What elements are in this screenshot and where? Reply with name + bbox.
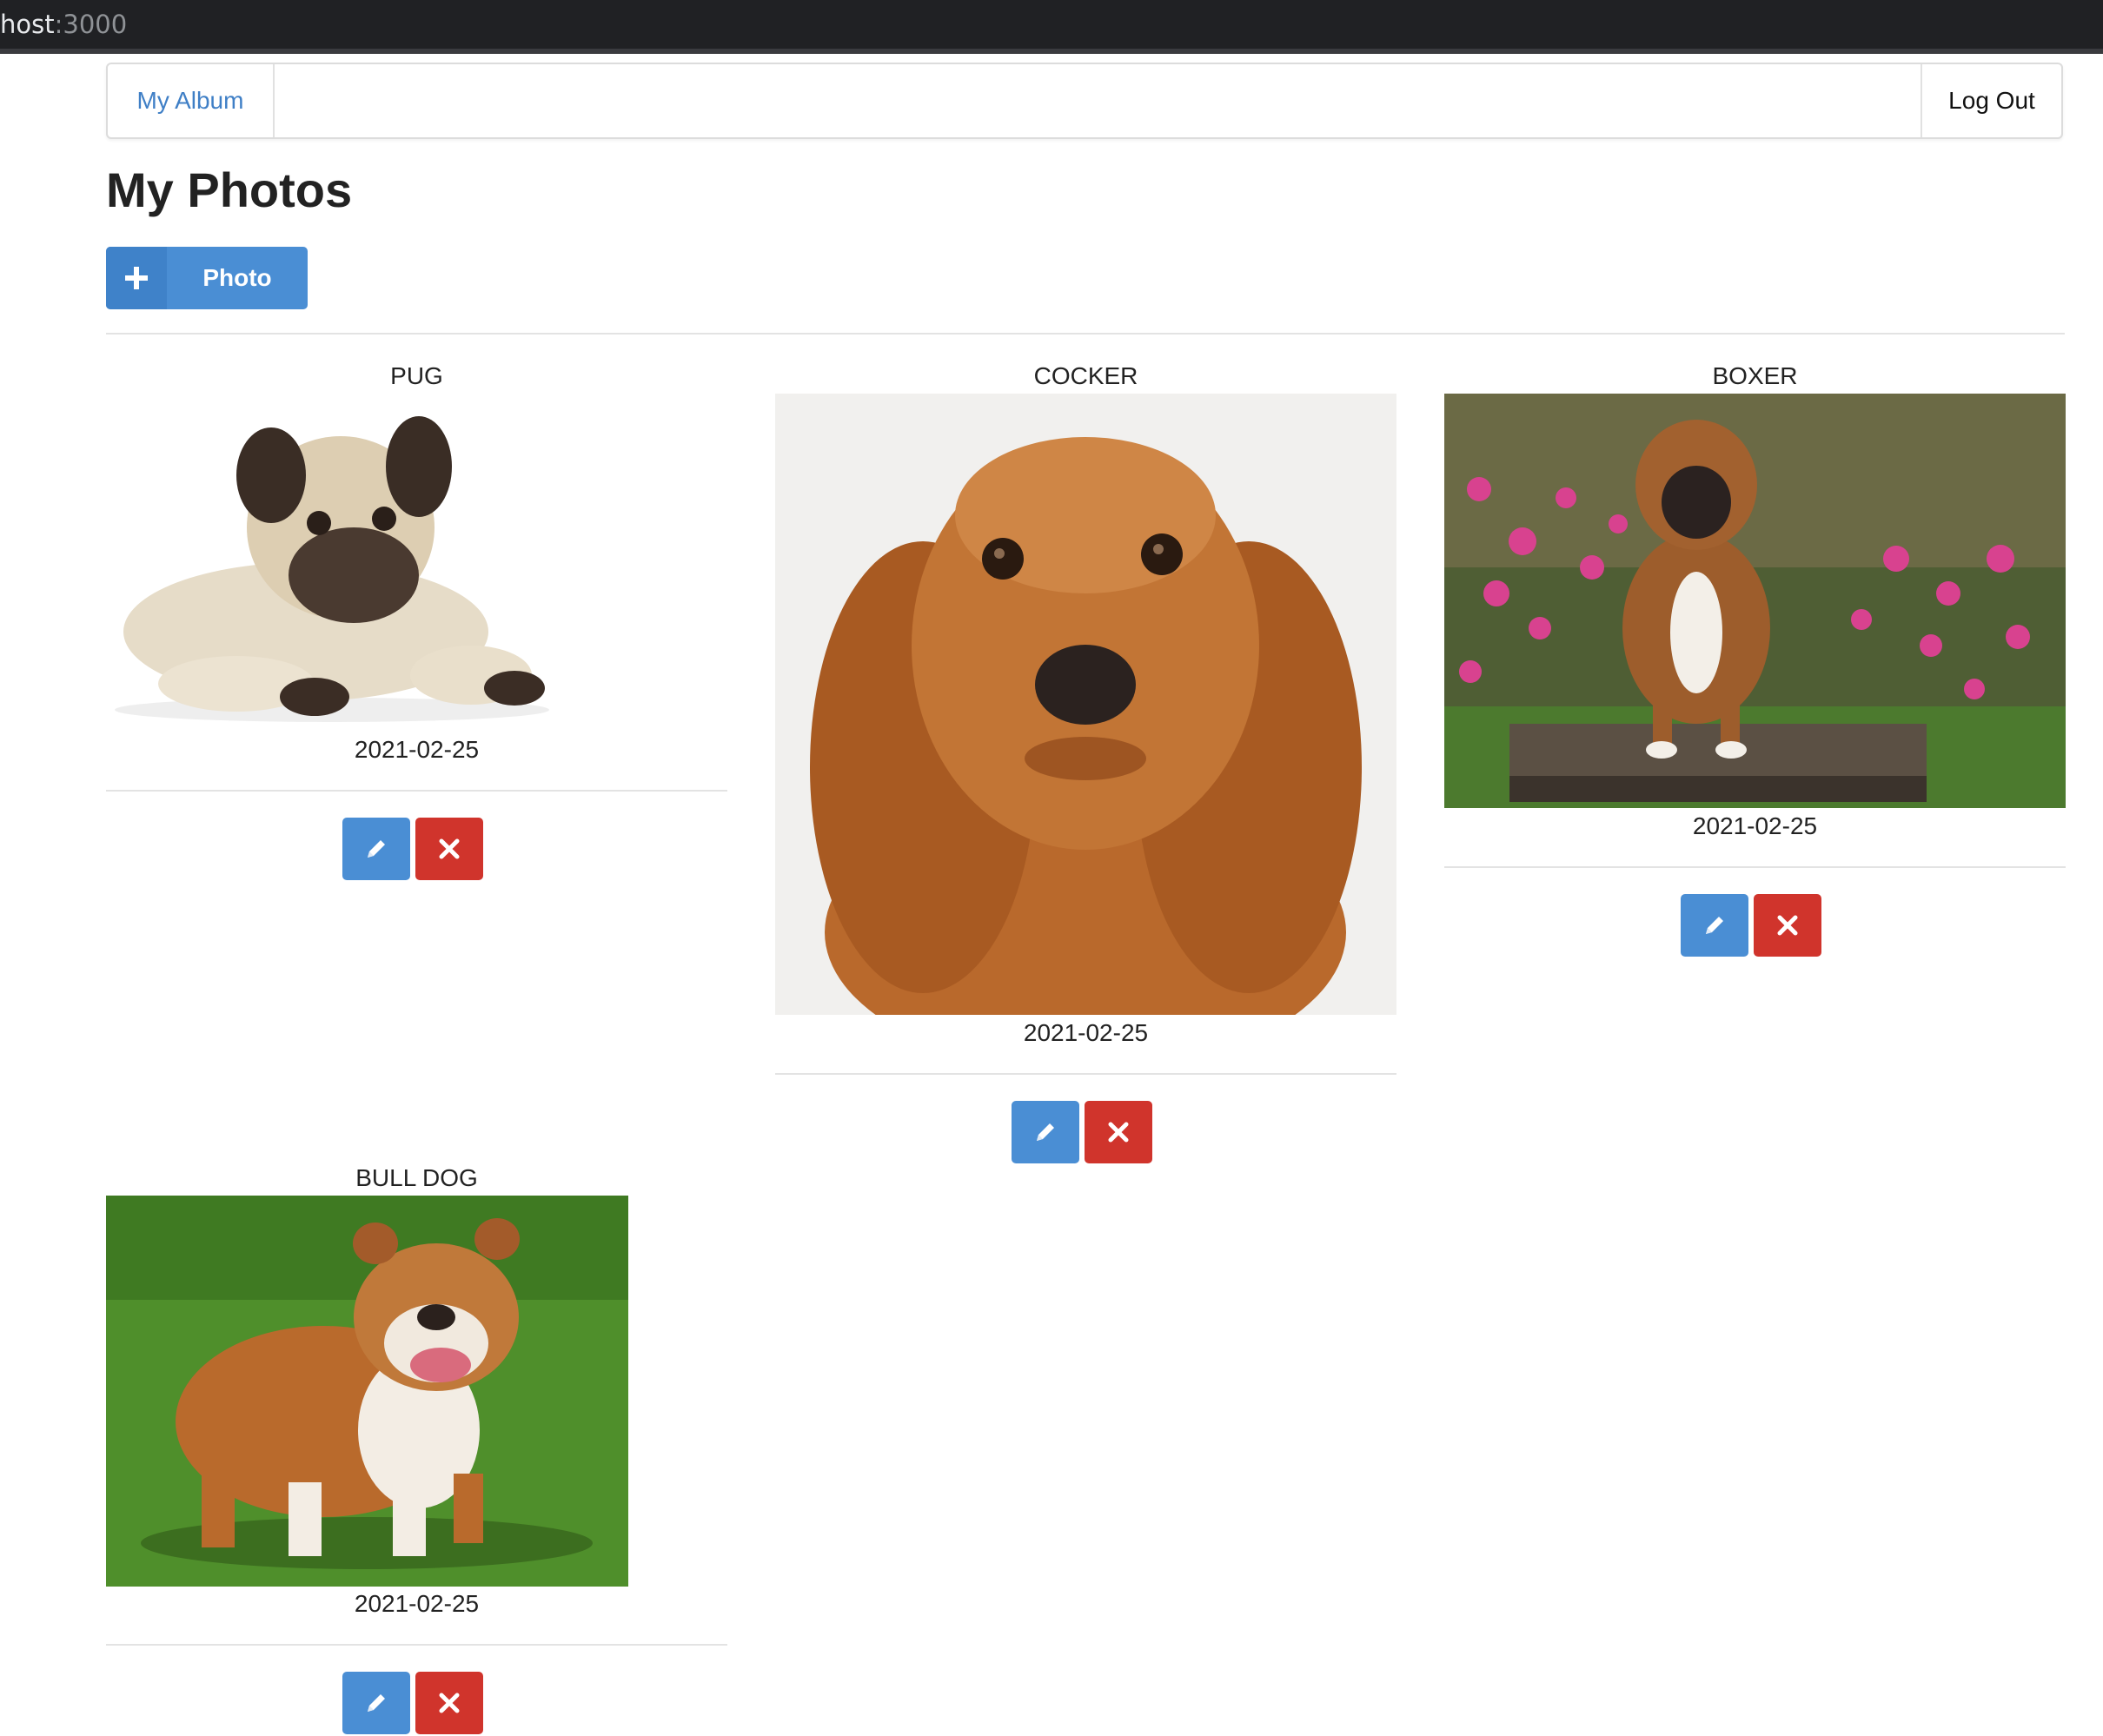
edit-photo-button[interactable] bbox=[342, 1672, 410, 1734]
close-icon bbox=[439, 838, 460, 859]
pencil-icon bbox=[1037, 1123, 1054, 1141]
browser-address-bar: host:3000 bbox=[0, 0, 2103, 54]
photo-title: COCKER bbox=[1033, 362, 1138, 389]
photo-card-pug: PUG 2021-02-25 bbox=[106, 361, 727, 882]
photo-card-cocker: COCKER 2021-02-25 bbox=[775, 361, 1396, 1169]
divider bbox=[106, 1644, 727, 1646]
divider bbox=[1444, 866, 2066, 868]
photo-actions bbox=[1444, 894, 2066, 957]
delete-photo-button[interactable] bbox=[1754, 894, 1821, 957]
browser-url[interactable]: host:3000 bbox=[0, 7, 127, 42]
close-icon bbox=[1777, 915, 1798, 936]
photo-date: 2021-02-25 bbox=[354, 1590, 480, 1617]
delete-photo-button[interactable] bbox=[415, 818, 483, 880]
photo-image-boxer[interactable] bbox=[1444, 394, 2066, 808]
url-port: :3000 bbox=[54, 10, 128, 39]
logout-link[interactable]: Log Out bbox=[1921, 64, 2061, 137]
photo-image-bulldog[interactable] bbox=[106, 1196, 628, 1587]
photo-card-boxer: BOXER 2021-02-25 bbox=[1444, 361, 2066, 969]
add-photo-button-label: Photo bbox=[202, 264, 272, 291]
close-icon bbox=[439, 1693, 460, 1713]
close-icon bbox=[1108, 1122, 1129, 1143]
photo-image-cocker[interactable] bbox=[775, 394, 1396, 1015]
pencil-icon bbox=[368, 1694, 385, 1712]
navbar: My Album Log Out bbox=[106, 63, 2063, 139]
edit-photo-button[interactable] bbox=[1012, 1101, 1079, 1163]
edit-photo-button[interactable] bbox=[342, 818, 410, 880]
divider bbox=[106, 790, 727, 792]
nav-brand-link[interactable]: My Album bbox=[108, 64, 275, 137]
divider bbox=[106, 333, 2065, 335]
edit-photo-button[interactable] bbox=[1681, 894, 1748, 957]
url-host: host bbox=[0, 10, 55, 39]
photo-date: 2021-02-25 bbox=[1692, 812, 1818, 839]
photo-actions bbox=[106, 818, 727, 880]
delete-photo-button[interactable] bbox=[415, 1672, 483, 1734]
photo-date: 2021-02-25 bbox=[354, 736, 480, 763]
photo-image-pug[interactable] bbox=[106, 397, 557, 727]
divider bbox=[775, 1073, 1396, 1075]
photo-card-bulldog: BULL DOG 2021-02-25 bbox=[106, 1163, 727, 1736]
photo-date: 2021-02-25 bbox=[1023, 1019, 1149, 1046]
photo-title: BOXER bbox=[1712, 362, 1798, 389]
add-photo-button[interactable]: Photo bbox=[106, 247, 308, 309]
photo-title: PUG bbox=[390, 362, 443, 389]
photo-actions bbox=[106, 1672, 727, 1734]
delete-photo-button[interactable] bbox=[1085, 1101, 1152, 1163]
photo-actions bbox=[775, 1101, 1396, 1163]
plus-icon bbox=[106, 247, 167, 309]
pencil-icon bbox=[1706, 917, 1723, 934]
photo-title: BULL DOG bbox=[355, 1164, 478, 1191]
page-title: My Photos bbox=[106, 162, 353, 217]
pencil-icon bbox=[368, 840, 385, 858]
